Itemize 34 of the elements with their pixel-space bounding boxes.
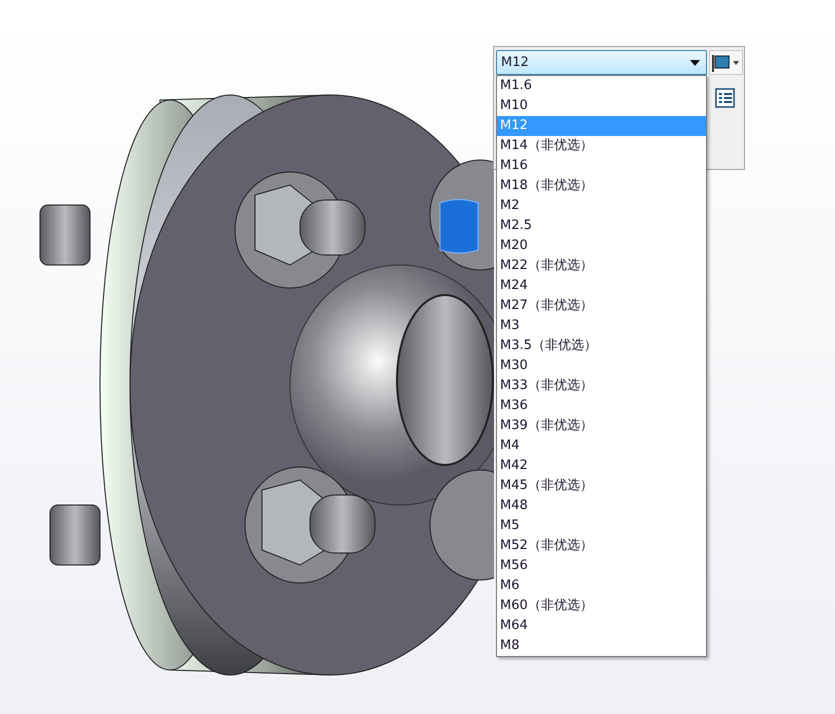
size-option[interactable]: M4 <box>497 436 706 456</box>
size-option[interactable]: M16 <box>497 156 706 176</box>
caret-icon <box>732 60 740 66</box>
size-option[interactable]: M39（非优选） <box>497 416 706 436</box>
flag-dropdown-button[interactable] <box>709 50 743 75</box>
size-option[interactable]: M10 <box>497 96 706 116</box>
size-option[interactable]: M18（非优选） <box>497 176 706 196</box>
size-option[interactable]: M2.5 <box>497 216 706 236</box>
size-option[interactable]: M30 <box>497 356 706 376</box>
size-option[interactable]: M36 <box>497 396 706 416</box>
size-option[interactable]: M3.5（非优选） <box>497 336 706 356</box>
size-option[interactable]: M22（非优选） <box>497 256 706 276</box>
list-icon[interactable] <box>715 88 735 108</box>
size-option[interactable]: M33（非优选） <box>497 376 706 396</box>
caret-icon <box>690 60 700 66</box>
size-option[interactable]: M20 <box>497 236 706 256</box>
size-option[interactable]: M52（非优选） <box>497 536 706 556</box>
size-option[interactable]: M14（非优选） <box>497 136 706 156</box>
flag-icon <box>710 52 732 72</box>
size-option[interactable]: M45（非优选） <box>497 476 706 496</box>
size-option[interactable]: M64 <box>497 616 706 636</box>
size-option[interactable]: M2 <box>497 196 706 216</box>
size-option[interactable]: M6 <box>497 576 706 596</box>
size-option[interactable]: M5 <box>497 516 706 536</box>
size-option[interactable]: M48 <box>497 496 706 516</box>
size-combo[interactable]: M12 <box>496 50 707 75</box>
size-option[interactable]: M3 <box>497 316 706 336</box>
size-option[interactable]: M1.6 <box>497 76 706 96</box>
size-option[interactable]: M56 <box>497 556 706 576</box>
size-option[interactable]: M42 <box>497 456 706 476</box>
size-option[interactable]: M8 <box>497 636 706 656</box>
size-option[interactable]: M60（非优选） <box>497 596 706 616</box>
size-option[interactable]: M24 <box>497 276 706 296</box>
size-option[interactable]: M27（非优选） <box>497 296 706 316</box>
